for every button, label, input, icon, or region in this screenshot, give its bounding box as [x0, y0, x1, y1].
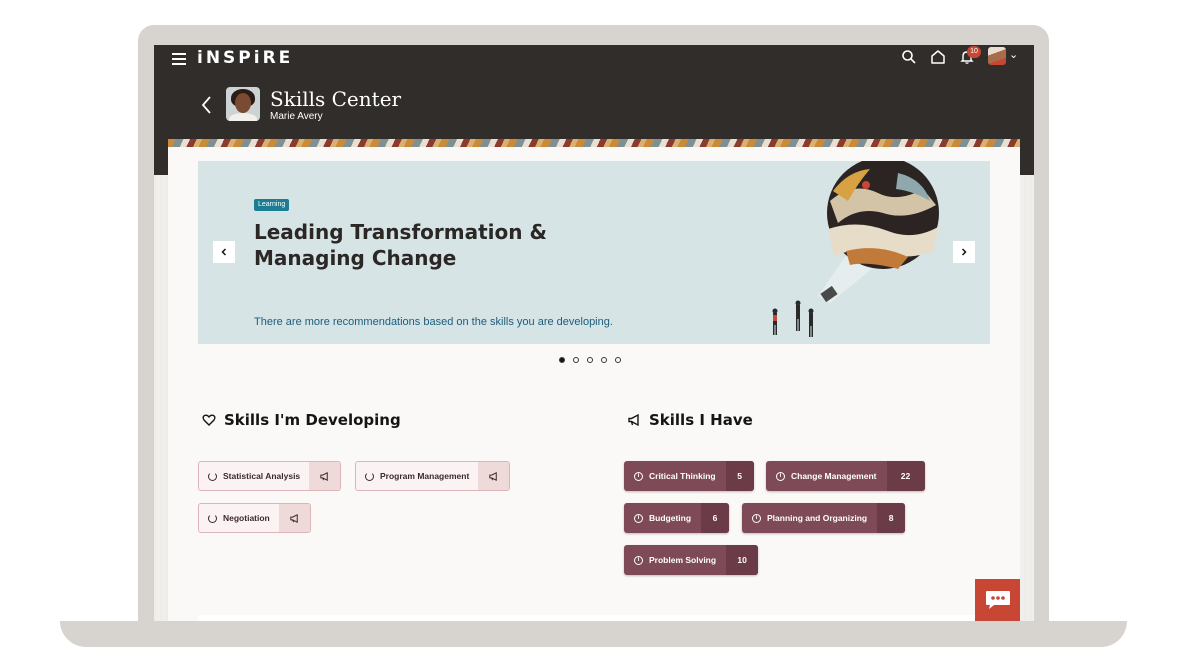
section-developing-title: Skills I'm Developing: [202, 411, 401, 429]
next-section-edge: [198, 615, 990, 621]
skill-label: Planning and Organizing: [767, 513, 868, 523]
chat-icon: [985, 591, 1010, 609]
info-icon: i: [634, 513, 643, 523]
endorsement-count: 8: [877, 503, 906, 533]
skill-label: Negotiation: [223, 513, 270, 523]
megaphone-icon[interactable]: [478, 462, 510, 490]
skill-chip-have[interactable]: i Budgeting 6: [624, 503, 730, 533]
chevron-down-icon: ⌄: [1009, 49, 1019, 61]
skill-label: Budgeting: [649, 513, 692, 523]
skill-chip-have[interactable]: i Problem Solving 10: [624, 545, 759, 575]
carousel-dot[interactable]: [559, 357, 565, 363]
carousel-dot[interactable]: [587, 357, 593, 363]
megaphone-icon: [628, 413, 639, 427]
skill-chip-have[interactable]: i Critical Thinking 5: [624, 461, 754, 491]
info-icon: i: [634, 471, 643, 481]
laptop-base: [60, 621, 1127, 647]
endorsement-count: 6: [701, 503, 730, 533]
skill-chip-have[interactable]: i Change Management 22: [766, 461, 925, 491]
carousel-dot[interactable]: [573, 357, 579, 363]
search-icon[interactable]: [900, 48, 920, 68]
skill-chip-developing[interactable]: Program Management: [355, 461, 511, 491]
carousel-dot[interactable]: [615, 357, 621, 363]
carousel-dot[interactable]: [601, 357, 607, 363]
user-menu[interactable]: ⌄: [986, 46, 1022, 68]
brand-logo[interactable]: iNSPiRE: [197, 48, 293, 68]
skill-label: Change Management: [791, 471, 877, 481]
skill-label: Problem Solving: [649, 555, 717, 565]
info-icon: i: [776, 471, 785, 481]
section-label: Skills I Have: [649, 411, 753, 429]
avatar: [988, 47, 1006, 65]
in-progress-icon: [365, 471, 374, 481]
info-icon: i: [752, 513, 761, 523]
section-label: Skills I'm Developing: [224, 411, 401, 429]
in-progress-icon: [208, 513, 217, 523]
back-button[interactable]: [198, 93, 216, 117]
page-title: Skills Center: [270, 87, 402, 111]
endorsement-count: 5: [725, 461, 754, 491]
hero-title[interactable]: Leading Transformation & Managing Change: [254, 219, 644, 271]
app-screen: iNSPiRE 10 ⌄ Skills Center Marie Avery L…: [154, 45, 1034, 621]
menu-icon[interactable]: [172, 53, 186, 65]
endorsement-count: 22: [886, 461, 925, 491]
section-have-title: Skills I Have: [627, 411, 753, 429]
skill-label: Statistical Analysis: [223, 471, 301, 481]
carousel-pagination: [559, 357, 621, 363]
info-icon: i: [634, 555, 643, 565]
hero-banner[interactable]: Learning Leading Transformation & Managi…: [198, 161, 990, 344]
skill-label: Program Management: [380, 471, 470, 481]
notification-badge: 10: [967, 46, 981, 58]
hero-description: There are more recommendations based on …: [254, 316, 613, 328]
profile-photo: [226, 87, 260, 121]
chat-button[interactable]: [975, 579, 1020, 621]
user-name: Marie Avery: [270, 111, 323, 122]
in-progress-icon: [208, 471, 217, 481]
skill-label: Critical Thinking: [649, 471, 716, 481]
skill-chip-developing[interactable]: Statistical Analysis: [198, 461, 342, 491]
category-badge: Learning: [254, 199, 290, 211]
hero-illustration: [772, 161, 939, 337]
endorsement-count: 10: [726, 545, 759, 575]
skill-chip-developing[interactable]: Negotiation: [198, 503, 311, 533]
megaphone-icon[interactable]: [309, 462, 341, 490]
skill-chip-have[interactable]: i Planning and Organizing 8: [742, 503, 906, 533]
megaphone-icon[interactable]: [278, 504, 310, 532]
notifications-icon[interactable]: 10: [958, 46, 981, 68]
carousel-prev-button[interactable]: [213, 241, 235, 263]
home-icon[interactable]: [929, 48, 949, 68]
content-card: Learning Leading Transformation & Managi…: [168, 147, 1020, 621]
heart-icon: [202, 414, 216, 426]
